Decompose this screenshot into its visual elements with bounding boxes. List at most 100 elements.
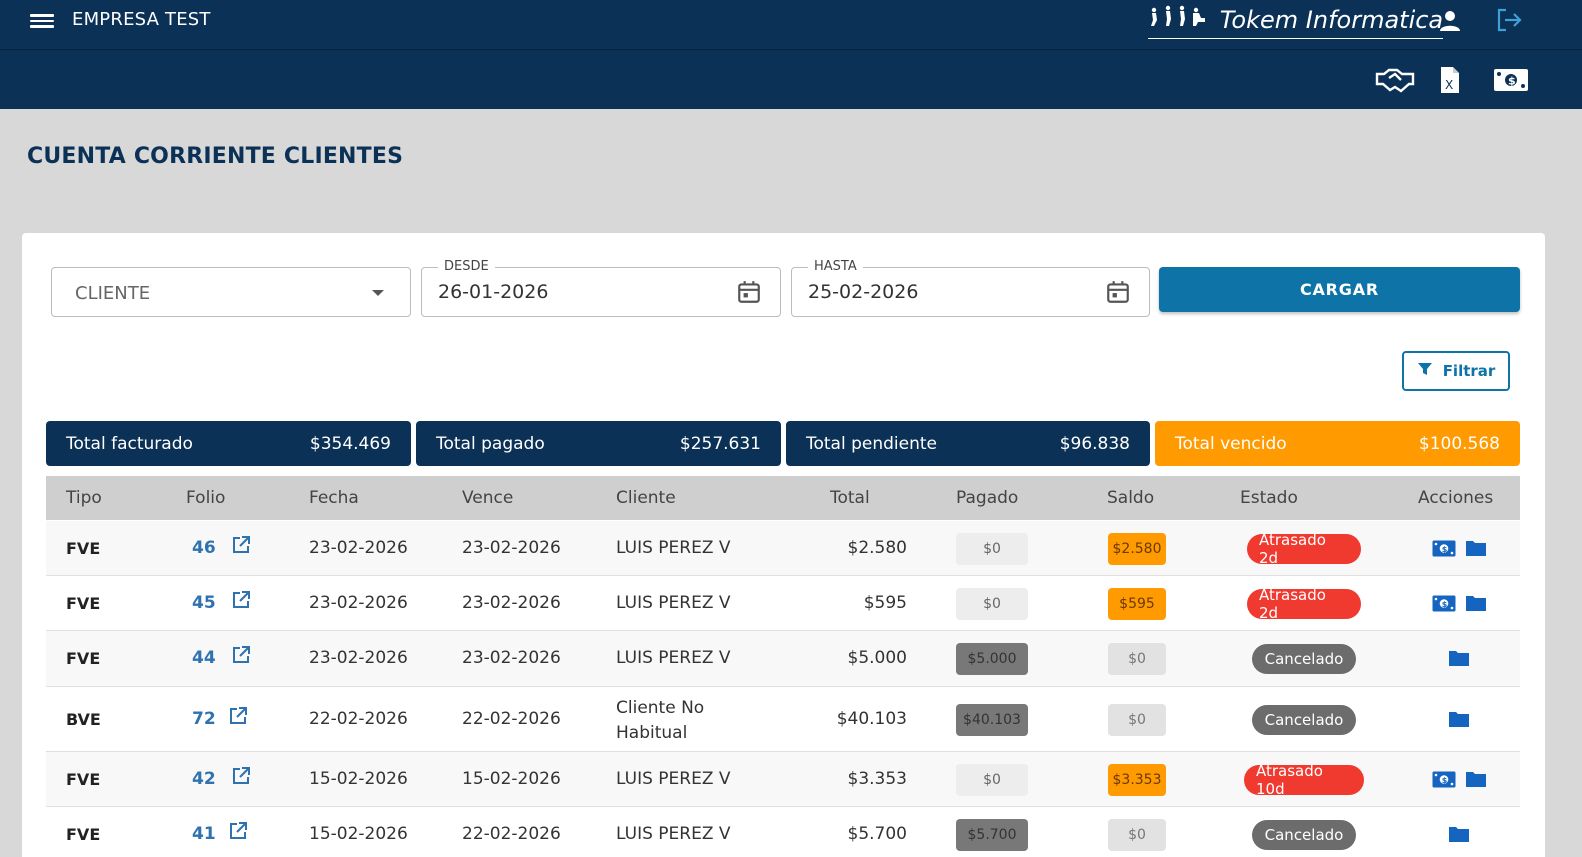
pay-money-icon[interactable]: $ <box>1432 540 1456 561</box>
filtrar-button[interactable]: Filtrar <box>1402 351 1510 391</box>
external-link-icon[interactable] <box>228 706 248 730</box>
brand-logo: Tokem Informatica <box>1148 4 1444 39</box>
column-header-acciones: Acciones <box>1418 488 1494 508</box>
folder-icon[interactable] <box>1448 825 1470 847</box>
column-header-tipo: Tipo <box>66 488 102 508</box>
saldo-badge: $2.580 <box>1108 532 1166 565</box>
tipo-cell: FVE <box>66 538 101 558</box>
fecha-cell: 15-02-2026 <box>309 768 408 789</box>
total-cell: $2.580 <box>847 537 907 558</box>
logout-icon[interactable] <box>1495 6 1523 34</box>
svg-text:X: X <box>1445 78 1453 92</box>
folio-link[interactable]: 46 <box>192 538 216 558</box>
svg-text:$: $ <box>1442 600 1448 609</box>
column-header-cliente: Cliente <box>616 488 676 508</box>
filter-icon <box>1417 361 1433 381</box>
total-cell: $40.103 <box>836 708 907 729</box>
pay-money-icon[interactable]: $ <box>1432 595 1456 616</box>
external-link-icon[interactable] <box>228 821 248 845</box>
filtrar-label: Filtrar <box>1442 362 1496 380</box>
folio-link[interactable]: 41 <box>192 824 216 844</box>
table-row: FVE 41 15-02-2026 22-02-2026 LUIS PEREZ V $5.… <box>46 807 1520 857</box>
external-link-icon[interactable] <box>231 590 251 614</box>
pagado-badge: $0 <box>956 763 1028 796</box>
svg-text:$: $ <box>1508 75 1516 88</box>
desde-value: 26-01-2026 <box>438 281 549 303</box>
column-header-estado: Estado <box>1240 488 1298 508</box>
user-icon[interactable] <box>1437 8 1463 34</box>
folder-icon[interactable] <box>1465 539 1487 561</box>
pagado-badge: $0 <box>956 587 1028 620</box>
external-link-icon[interactable] <box>231 645 251 669</box>
pagado-badge: $5.700 <box>956 818 1028 851</box>
table-row: FVE 45 23-02-2026 23-02-2026 LUIS PEREZ V $59… <box>46 576 1520 631</box>
tipo-cell: BVE <box>66 709 101 729</box>
column-header-vence: Vence <box>462 488 514 508</box>
cliente-cell: LUIS PEREZ V <box>616 537 731 558</box>
tipo-cell: FVE <box>66 769 101 789</box>
folder-icon[interactable] <box>1465 770 1487 792</box>
cliente-cell: LUIS PEREZ V <box>616 648 731 668</box>
vence-cell: 23-02-2026 <box>462 592 561 613</box>
total-value: $100.568 <box>1418 433 1500 454</box>
estado-badge: Atrasado 10d <box>1244 762 1364 798</box>
cliente-cell: LUIS PEREZ V <box>616 592 731 613</box>
calendar-icon[interactable] <box>736 279 762 309</box>
folio-link[interactable]: 42 <box>192 769 216 789</box>
saldo-badge: $0 <box>1108 703 1166 736</box>
money-icon[interactable]: $ <box>1492 66 1530 94</box>
menu-icon[interactable] <box>30 11 54 31</box>
handshake-icon[interactable] <box>1375 63 1415 97</box>
vence-cell: 15-02-2026 <box>462 768 561 789</box>
total-pendiente-card: Total pendiente $96.838 <box>786 421 1150 466</box>
top-app-bar: EMPRESA TEST Tokem Informatica <box>0 0 1582 50</box>
external-link-icon[interactable] <box>231 535 251 559</box>
total-label: Total vencido <box>1175 433 1287 454</box>
svg-text:$: $ <box>1442 545 1448 554</box>
cliente-placeholder: CLIENTE <box>75 283 151 304</box>
saldo-badge: $3.353 <box>1108 763 1166 796</box>
folder-icon[interactable] <box>1465 594 1487 616</box>
cargar-button[interactable]: CARGAR <box>1159 267 1520 312</box>
tipo-cell: FVE <box>66 649 101 668</box>
hasta-date-field[interactable]: HASTA 25-02-2026 <box>791 259 1150 317</box>
saldo-badge: $0 <box>1108 643 1166 675</box>
brand-figures-icon <box>1148 5 1218 33</box>
vence-cell: 23-02-2026 <box>462 537 561 558</box>
total-value: $354.469 <box>309 433 391 454</box>
pay-money-icon[interactable]: $ <box>1432 771 1456 792</box>
folio-link[interactable]: 45 <box>192 593 216 613</box>
total-label: Total pagado <box>436 433 545 454</box>
total-value: $96.838 <box>1059 433 1130 454</box>
hasta-label: HASTA <box>808 259 863 274</box>
saldo-badge: $0 <box>1108 818 1166 851</box>
total-cell: $595 <box>863 592 907 613</box>
fecha-cell: 15-02-2026 <box>309 823 408 844</box>
estado-badge: Cancelado <box>1252 644 1356 674</box>
desde-label: DESDE <box>438 259 495 274</box>
vence-cell: 22-02-2026 <box>462 708 561 729</box>
tipo-cell: FVE <box>66 824 101 844</box>
table-row: FVE 44 23-02-2026 23-02-2026 LUIS PEREZ V $5.… <box>46 631 1520 687</box>
cliente-select[interactable]: CLIENTE <box>51 267 411 317</box>
estado-badge: Cancelado <box>1252 819 1356 850</box>
excel-file-icon[interactable]: X <box>1438 65 1462 95</box>
fecha-cell: 23-02-2026 <box>309 648 408 668</box>
total-facturado-card: Total facturado $354.469 <box>46 421 411 466</box>
total-cell: $5.700 <box>847 823 907 844</box>
desde-date-field[interactable]: DESDE 26-01-2026 <box>421 259 781 317</box>
folio-link[interactable]: 72 <box>192 709 216 729</box>
column-header-folio: Folio <box>186 488 226 508</box>
saldo-badge: $595 <box>1108 587 1166 620</box>
company-name: EMPRESA TEST <box>72 9 211 30</box>
pagado-badge: $0 <box>956 532 1028 565</box>
external-link-icon[interactable] <box>231 766 251 790</box>
folio-link[interactable]: 44 <box>192 648 216 668</box>
folder-icon[interactable] <box>1448 710 1470 732</box>
estado-badge: Cancelado <box>1252 704 1356 735</box>
calendar-icon[interactable] <box>1105 279 1131 309</box>
total-cell: $5.000 <box>847 648 907 668</box>
folder-icon[interactable] <box>1448 649 1470 671</box>
fecha-cell: 22-02-2026 <box>309 708 408 729</box>
tipo-cell: FVE <box>66 593 101 613</box>
